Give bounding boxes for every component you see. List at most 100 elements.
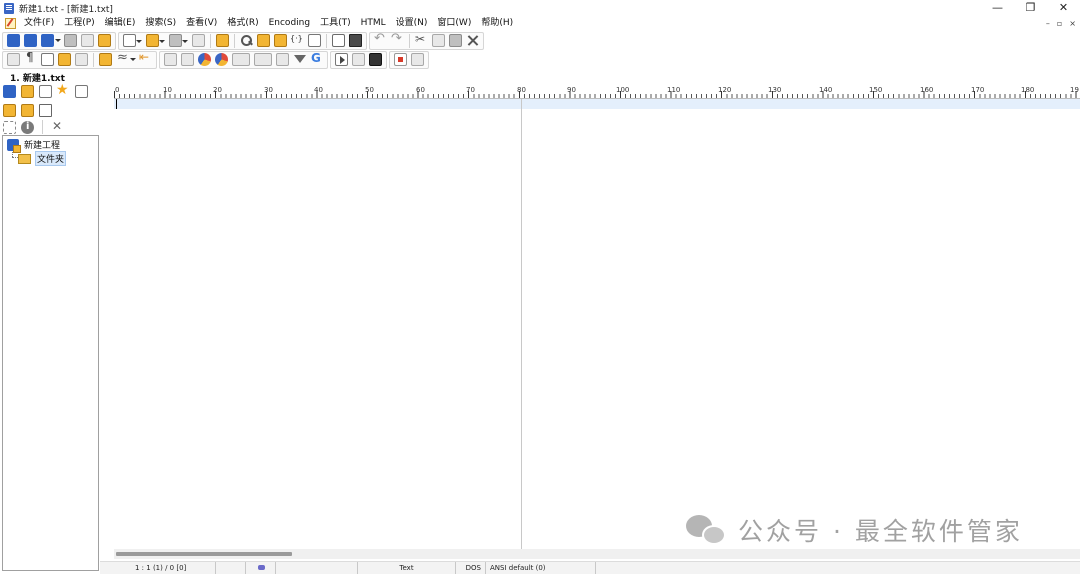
command-prompt-icon[interactable]	[369, 53, 382, 66]
ruler-major-ticks	[114, 91, 1080, 98]
reformat-icon[interactable]	[276, 53, 289, 66]
folder-view-icon[interactable]	[21, 85, 34, 98]
new-file-icon[interactable]	[123, 34, 142, 47]
project-settings-icon[interactable]	[98, 34, 111, 47]
favorites-icon[interactable]	[56, 82, 70, 98]
tools-icon[interactable]	[51, 119, 64, 134]
ruler-label: 90	[567, 86, 576, 94]
encoding[interactable]: ANSI default (0)	[486, 562, 596, 574]
status-cell	[216, 562, 246, 574]
menu-format[interactable]: 格式(R)	[223, 16, 264, 31]
document-window-controls: – ▫ ×	[1046, 16, 1076, 31]
scrollbar-thumb[interactable]	[116, 552, 292, 556]
tool-output-icon[interactable]	[352, 53, 365, 66]
menu-view[interactable]: 查看(V)	[182, 16, 223, 31]
open-project-icon[interactable]	[24, 34, 37, 47]
menu-help[interactable]: 帮助(H)	[477, 16, 519, 31]
menu-file[interactable]: 文件(F)	[20, 16, 60, 31]
unindent-icon[interactable]	[164, 53, 177, 66]
copy-icon[interactable]	[432, 34, 445, 47]
close-project-icon[interactable]	[64, 34, 77, 47]
filter-icon[interactable]	[293, 53, 306, 66]
add-folder-icon[interactable]	[3, 104, 16, 117]
web-preview-icon[interactable]	[215, 53, 228, 66]
ruler-label: 160	[920, 86, 934, 94]
menu-settings[interactable]: 设置(N)	[392, 16, 434, 31]
go-back-icon[interactable]	[39, 104, 52, 117]
menu-window[interactable]: 窗口(W)	[433, 16, 477, 31]
find-in-files-icon[interactable]	[257, 34, 270, 47]
undo-icon[interactable]	[374, 31, 387, 47]
remove-folder-icon[interactable]	[21, 104, 34, 117]
function-list-icon[interactable]	[39, 85, 52, 98]
match-brace-icon[interactable]	[290, 34, 304, 47]
bookmark-icon[interactable]	[99, 53, 112, 66]
save-project-icon[interactable]	[41, 34, 61, 47]
app-icon	[4, 2, 14, 14]
project-log-icon[interactable]	[81, 34, 94, 47]
toolbar-separator	[234, 33, 235, 48]
ruler-label: 110	[667, 86, 681, 94]
html-tidy-icon[interactable]	[232, 53, 250, 66]
menu-project[interactable]: 工程(P)	[60, 16, 100, 31]
save-file-icon[interactable]	[169, 34, 188, 47]
file-compare-icon[interactable]	[216, 34, 229, 47]
text-caret	[116, 99, 117, 109]
delete-icon[interactable]	[466, 34, 479, 47]
show-spaces-icon[interactable]	[24, 50, 37, 66]
play-macro-icon[interactable]	[411, 53, 424, 66]
text-editor[interactable]	[114, 99, 1080, 549]
tag-list-icon[interactable]	[254, 53, 272, 66]
project-view-icon[interactable]	[3, 85, 16, 98]
print-preview-icon[interactable]	[332, 34, 345, 47]
new-project-icon[interactable]	[7, 34, 20, 47]
window-list-icon[interactable]	[75, 85, 88, 98]
format-dropdown-icon[interactable]	[116, 50, 136, 66]
document-edit-icon[interactable]	[5, 18, 16, 29]
find-icon[interactable]	[240, 34, 253, 47]
replace-icon[interactable]	[274, 34, 287, 47]
menu-html[interactable]: HTML	[357, 16, 392, 31]
cut-icon[interactable]	[415, 32, 428, 47]
word-wrap-icon[interactable]	[7, 53, 20, 66]
google-search-icon[interactable]	[310, 51, 323, 66]
watermark: 公众号 · 最全软件管家	[686, 512, 1023, 548]
menu-encoding[interactable]: Encoding	[265, 16, 316, 31]
horizontal-scrollbar[interactable]	[114, 549, 1080, 559]
hex-edit-icon[interactable]	[75, 53, 88, 66]
tree-item-project[interactable]: 新建工程	[7, 138, 60, 153]
menu-search[interactable]: 搜索(S)	[141, 16, 182, 31]
info-icon[interactable]	[21, 120, 34, 134]
menu-edit[interactable]: 编辑(E)	[101, 16, 142, 31]
project-tree[interactable]: 新建工程 文件夹	[2, 135, 99, 571]
column-mode-icon[interactable]	[308, 34, 321, 47]
line-numbers-icon[interactable]	[41, 53, 54, 66]
ruler-label: 150	[869, 86, 883, 94]
paste-icon[interactable]	[449, 34, 462, 47]
save-all-icon[interactable]	[192, 34, 205, 47]
file-type[interactable]: Text	[358, 562, 456, 574]
restore-button[interactable]: ❐	[1014, 0, 1047, 16]
indent-icon[interactable]	[181, 53, 194, 66]
close-button[interactable]: ✕	[1047, 0, 1080, 16]
doc-restore-button[interactable]: ▫	[1057, 19, 1062, 28]
print-icon[interactable]	[349, 34, 362, 47]
new-folder-icon[interactable]	[3, 120, 16, 134]
doc-close-button[interactable]: ×	[1069, 19, 1076, 28]
open-file-icon[interactable]	[146, 34, 165, 47]
color-picker-icon[interactable]	[198, 53, 211, 66]
redo-icon[interactable]	[391, 31, 404, 47]
menu-bar: 文件(F) 工程(P) 编辑(E) 搜索(S) 查看(V) 格式(R) Enco…	[0, 16, 1080, 31]
doc-minimize-button[interactable]: –	[1046, 19, 1050, 28]
menu-tools[interactable]: 工具(T)	[316, 16, 357, 31]
indent-left-icon[interactable]	[139, 50, 152, 66]
spell-check-icon[interactable]	[58, 53, 71, 66]
line-ending[interactable]: DOS	[456, 562, 486, 574]
tree-item-folder[interactable]: 文件夹	[18, 151, 67, 166]
run-icon[interactable]	[335, 53, 348, 66]
edit-toolbar-group	[369, 31, 484, 50]
record-macro-icon[interactable]	[394, 53, 407, 66]
ruler-label: 130	[768, 86, 782, 94]
file-toolbar-group	[118, 31, 367, 50]
minimize-button[interactable]: —	[981, 0, 1014, 16]
